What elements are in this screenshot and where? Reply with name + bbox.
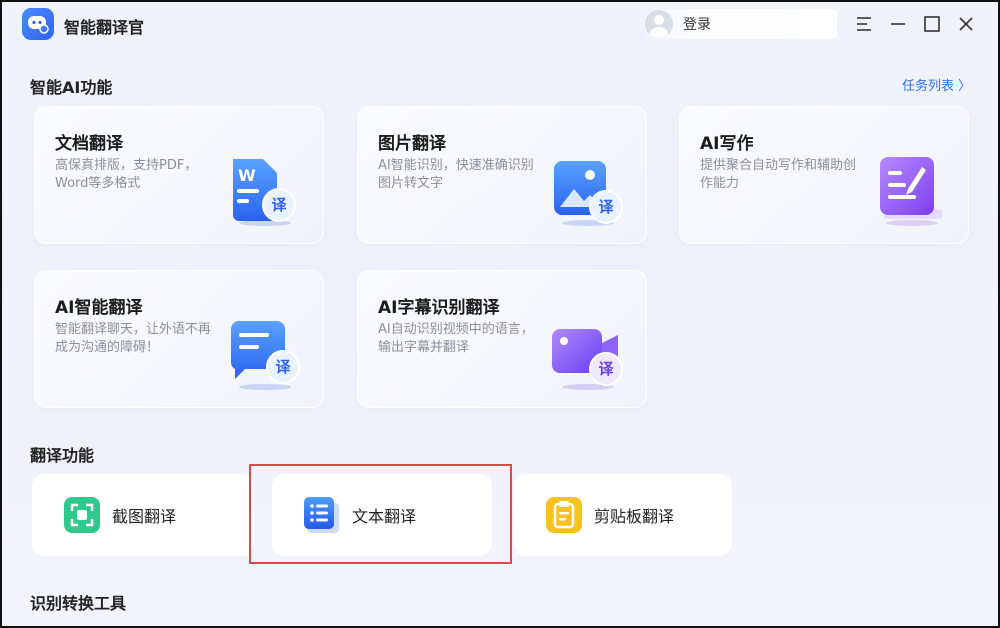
close-icon (959, 17, 973, 31)
card-title: AI智能翻译 (55, 298, 143, 318)
tool-label: 截图翻译 (112, 507, 177, 526)
translate-section-title: 翻译功能 (30, 446, 95, 465)
app-window: 智能翻译官 登录 智能AI功能 任务列表 〉 文档翻译 高保真排版，支持PDF，… (0, 0, 1000, 628)
avatar-icon (645, 10, 673, 38)
selection-highlight (249, 464, 512, 564)
card-ai-writing[interactable]: AI写作 提供聚合自动写作和辅助创作能力 (679, 106, 969, 244)
app-title: 智能翻译官 (64, 18, 145, 37)
svg-text:译: 译 (271, 196, 287, 214)
title-bar: 智能翻译官 登录 (2, 2, 998, 46)
svg-text:译: 译 (275, 358, 291, 376)
svg-text:译: 译 (598, 360, 614, 378)
tool-clipboard-translate[interactable]: 剪贴板翻译 (514, 474, 732, 556)
maximize-icon (924, 16, 940, 32)
close-button[interactable] (954, 12, 978, 36)
convert-section-title: 识别转换工具 (30, 594, 127, 613)
document-translate-icon: W 译 (233, 159, 296, 226)
tool-screenshot-translate[interactable]: 截图翻译 (32, 474, 254, 556)
card-title: AI字幕识别翻译 (378, 298, 500, 318)
card-desc: AI自动识别视频中的语言，输出字幕并翻译 (378, 322, 534, 355)
login-label: 登录 (683, 17, 711, 33)
login-button[interactable]: 登录 (642, 9, 837, 39)
chat-translate-icon: 译 (231, 321, 300, 390)
menu-button[interactable] (852, 12, 876, 36)
task-list-link[interactable]: 任务列表 〉 (902, 75, 971, 94)
minimize-button[interactable] (886, 12, 910, 36)
card-image-translate[interactable]: 图片翻译 AI智能识别，快速准确识别图片转文字 译 (357, 106, 647, 244)
ai-writing-icon (880, 157, 942, 226)
card-desc: 高保真排版，支持PDF，Word等多格式 (55, 158, 198, 191)
card-subtitle-translate[interactable]: AI字幕识别翻译 AI自动识别视频中的语言，输出字幕并翻译 译 (357, 270, 647, 408)
tool-label: 剪贴板翻译 (594, 507, 675, 526)
card-title: 文档翻译 (55, 134, 123, 154)
card-desc: 智能翻译聊天，让外语不再成为沟通的障碍！ (55, 322, 212, 355)
card-desc: 提供聚合自动写作和辅助创作能力 (700, 158, 857, 191)
minimize-icon (891, 23, 905, 25)
card-desc: AI智能识别，快速准确识别图片转文字 (378, 158, 534, 191)
menu-icon (857, 17, 871, 31)
ai-section-title: 智能AI功能 (30, 78, 113, 97)
svg-text:译: 译 (598, 198, 614, 216)
maximize-button[interactable] (920, 12, 944, 36)
card-ai-smart-translate[interactable]: AI智能翻译 智能翻译聊天，让外语不再成为沟通的障碍！ 译 (34, 270, 324, 408)
card-document-translate[interactable]: 文档翻译 高保真排版，支持PDF，Word等多格式 W 译 (34, 106, 324, 244)
card-title: AI写作 (700, 134, 754, 154)
card-title: 图片翻译 (378, 134, 446, 154)
svg-text:W: W (238, 166, 256, 185)
app-logo-icon (22, 8, 54, 40)
subtitle-translate-icon: 译 (552, 329, 623, 390)
clipboard-icon (546, 497, 582, 533)
image-translate-icon: 译 (554, 161, 623, 226)
screenshot-icon (64, 497, 100, 533)
